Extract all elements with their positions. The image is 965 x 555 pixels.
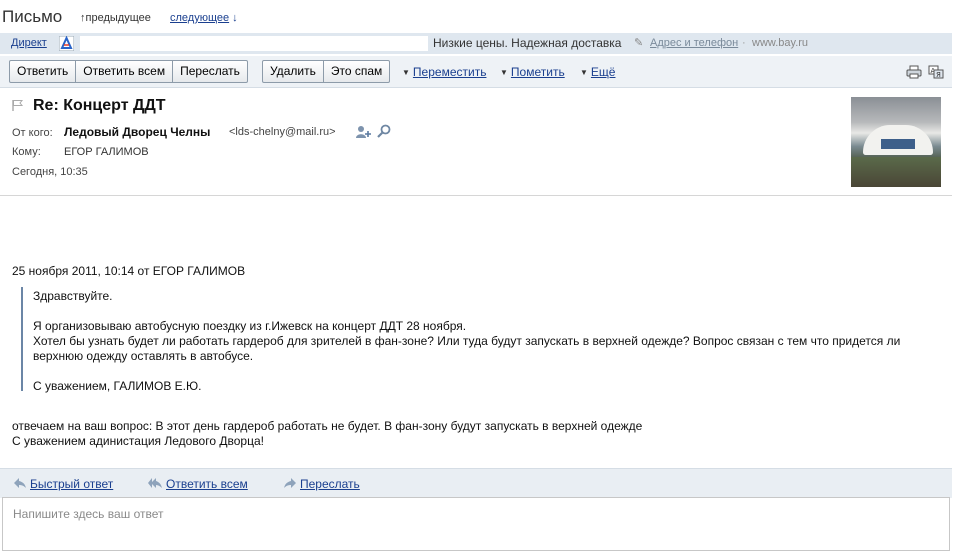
move-label: Переместить [412,65,487,79]
message-subject: Re: Концерт ДДТ [33,97,166,114]
forward-arrow-icon [284,478,296,488]
triangle-down-icon: ▼ [402,68,410,77]
forward-button[interactable]: Переслать [173,61,247,82]
spam-button[interactable]: Это спам [324,61,389,82]
move-menu[interactable]: ▼ Переместить [402,65,486,79]
quick-reply-bar: Быстрый ответ Ответить всем Переслать [0,468,952,498]
message-date: Сегодня, 10:35 [12,166,88,178]
triangle-down-icon: ▼ [580,68,588,77]
forward-link[interactable]: Переслать [300,477,360,491]
quick-reply-input[interactable] [3,498,949,550]
reply-all-link[interactable]: Ответить всем [166,477,248,491]
ad-url[interactable]: www.bay.ru [752,37,808,49]
reply-all-arrow-icon [148,478,162,488]
direct-link[interactable]: Директ [11,37,47,49]
from-label: От кого: [12,127,53,139]
quote-line-2: Хотел бы узнать будет ли работать гардер… [33,334,901,348]
more-label: Ещё [590,65,616,79]
address-phone-link[interactable]: Адрес и телефон [650,37,738,49]
quote-signature: С уважением, ГАЛИМОВ Е.Ю. [33,379,202,393]
quote-greeting: Здравствуйте. [33,289,113,303]
reply-line-1: отвечаем на ваш вопрос: В этот день гард… [12,419,643,433]
recipient-name: ЕГОР ГАЛИМОВ [64,146,149,158]
next-label: следующее [170,12,230,24]
ad-bar: Директ Низкие цены. Надежная доставка ✎ … [0,33,952,54]
svg-text:Я: Я [936,71,941,79]
header-divider [0,195,952,196]
reply-button-group: Ответить Ответить всем Переслать [9,60,248,83]
message-toolbar: Ответить Ответить всем Переслать Удалить… [0,56,952,88]
mark-menu[interactable]: ▼ Пометить [500,65,565,79]
reply-all-button[interactable]: Ответить всем [76,61,174,82]
fast-reply-link[interactable]: Быстрый ответ [30,477,113,491]
sender-avatar [851,97,941,187]
sender-email: <lds-chelny@mail.ru> [229,126,336,138]
title-row: Письмо ↑предыдущее следующее ↓ [0,0,965,32]
page-title: Письмо [2,7,63,26]
delete-button[interactable]: Удалить [263,61,324,82]
ad-text[interactable]: Низкие цены. Надежная доставка [433,36,621,50]
quote-line-1: Я организовываю автобусную поездку из г.… [33,319,467,333]
previous-message-link[interactable]: ↑предыдущее [80,12,151,24]
sender-name[interactable]: Ледовый Дворец Челны [64,125,210,139]
quote-line-3: верхнюю одежду оставлять в автобусе. [33,349,254,363]
ad-separator: · [742,37,746,49]
triangle-down-icon: ▼ [500,68,508,77]
quote-header: 25 ноября 2011, 10:14 от ЕГОР ГАЛИМОВ [12,264,246,278]
print-icon[interactable] [906,65,922,79]
arrow-down-icon: ↓ [229,12,238,24]
translate-icon[interactable]: A Я [928,65,944,79]
to-label: Кому: [12,146,41,158]
reply-line-2: С уважением адинистация Ледового Дворца! [12,434,264,448]
quote-bar [21,287,23,391]
redacted-ad-title [80,36,428,51]
more-menu[interactable]: ▼ Ещё [580,65,615,79]
delete-button-group: Удалить Это спам [262,60,391,83]
previous-label: предыдущее [85,12,151,24]
pencil-icon: ✎ [634,37,644,49]
search-icon[interactable] [377,124,391,138]
ad-logo-icon[interactable] [59,36,74,51]
reply-arrow-icon [14,478,26,488]
quick-reply-box [2,497,950,551]
add-contact-icon[interactable] [355,125,371,139]
next-message-link[interactable]: следующее ↓ [170,12,238,24]
flag-icon[interactable] [12,99,24,112]
mark-label: Пометить [510,65,565,79]
reply-button[interactable]: Ответить [10,61,77,82]
